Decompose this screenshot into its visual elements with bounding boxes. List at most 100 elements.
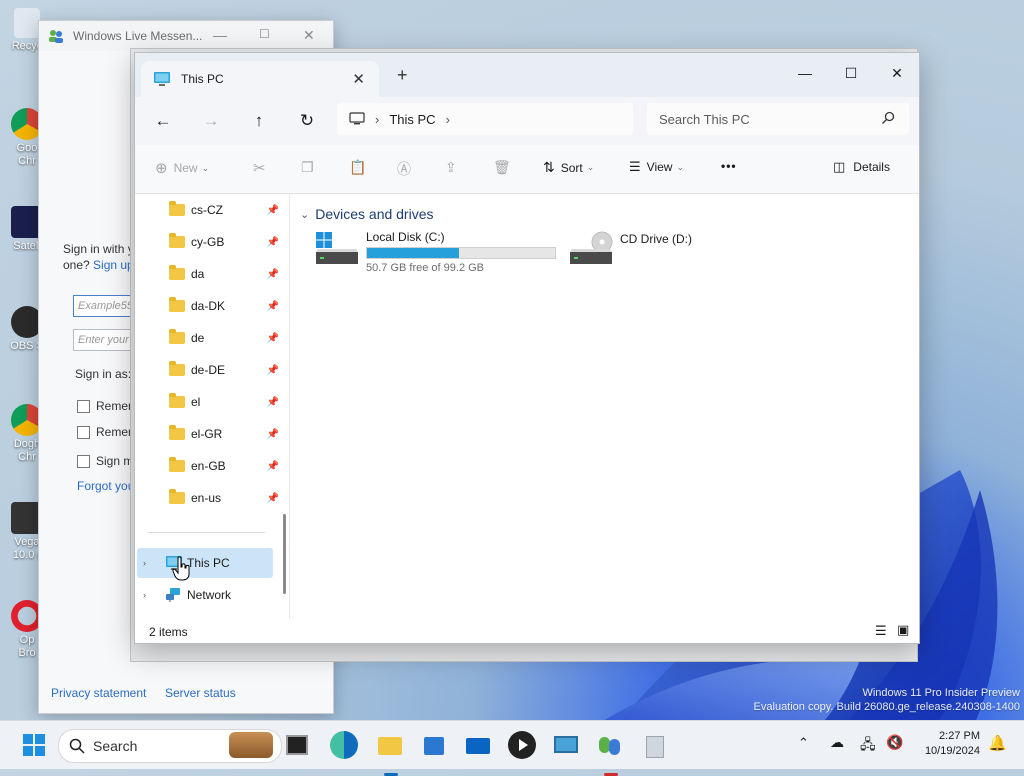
copy-icon[interactable]: ❐ <box>301 159 314 176</box>
recycle-bin-taskbar-icon[interactable] <box>640 731 668 759</box>
network-icon <box>166 588 180 602</box>
devices-drives-header[interactable]: ⌄ Devices and drives <box>300 206 434 222</box>
tab-bar[interactable]: This PC ✕ + — ☐ ✕ <box>135 53 919 97</box>
folder-icon <box>169 329 185 344</box>
privacy-statement-link[interactable]: Privacy statement <box>51 686 146 700</box>
sign-me-in-checkbox[interactable]: Sign m <box>77 454 133 468</box>
navigation-pane: cs-CZ 📌 cy-GB 📌 da 📌 da-DK 📌 de 📌 de-DE 📌 el 📌 … <box>135 194 290 619</box>
nav-scrollbar[interactable] <box>283 514 286 594</box>
nav-folder-en-us[interactable]: en-us 📌 <box>143 486 283 510</box>
server-status-link[interactable]: Server status <box>165 686 236 700</box>
paste-icon[interactable]: 📋 <box>349 159 366 176</box>
large-icons-view-icon[interactable]: ▣ <box>897 622 909 638</box>
nav-folder-en-GB[interactable]: en-GB 📌 <box>143 454 283 478</box>
more-options-button[interactable]: ••• <box>721 159 737 173</box>
taskbar-clock[interactable]: 2:27 PM 10/19/2024 <box>925 729 980 759</box>
taskbar-search-box[interactable]: Search <box>58 729 282 763</box>
edge-browser-icon[interactable] <box>330 731 358 759</box>
sort-button[interactable]: ⇅ Sort ⌄ <box>543 159 594 176</box>
remote-desktop-icon[interactable] <box>552 731 580 759</box>
cd-drive-icon <box>570 231 613 264</box>
nav-folder-el[interactable]: el 📌 <box>143 390 283 414</box>
nav-folder-da-DK[interactable]: da-DK 📌 <box>143 294 283 318</box>
expand-chevron-icon[interactable]: › <box>143 590 155 600</box>
network-status-icon[interactable]: 🖧 <box>860 734 876 758</box>
pin-icon: 📌 <box>266 428 279 440</box>
delete-icon[interactable]: 🗑 <box>493 159 511 176</box>
pin-icon: 📌 <box>266 492 279 504</box>
sign-up-link[interactable]: Sign up <box>93 258 134 272</box>
sort-icon: ⇅ <box>543 159 555 175</box>
messenger-taskbar-icon[interactable] <box>596 731 624 776</box>
volume-muted-icon[interactable]: 🔇 <box>886 734 903 751</box>
details-view-icon[interactable]: ☰ <box>875 623 887 639</box>
sign-in-as-label: Sign in as: <box>75 367 132 381</box>
tab-this-pc[interactable]: This PC ✕ <box>141 61 379 97</box>
notification-bell-icon[interactable]: 🔔 <box>988 734 1007 752</box>
search-placeholder: Search This PC <box>659 111 750 127</box>
start-button-windows-icon[interactable] <box>20 731 48 759</box>
file-explorer-taskbar-icon[interactable] <box>376 731 404 776</box>
windows-drive-icon <box>316 232 358 264</box>
file-explorer-window[interactable]: This PC ✕ + — ☐ ✕ ← → ↑ ↻ › This PC › Se… <box>134 52 920 644</box>
collapse-chevron-icon: ⌄ <box>300 208 310 221</box>
drive-cd-d[interactable]: CD Drive (D:) <box>568 230 692 266</box>
breadcrumb-chevron-icon[interactable]: › <box>375 112 379 127</box>
nav-folder-cy-GB[interactable]: cy-GB 📌 <box>143 230 283 254</box>
status-bar: 2 items ☰ ▣ <box>135 619 919 643</box>
nav-folder-cs-CZ[interactable]: cs-CZ 📌 <box>143 198 283 222</box>
cut-icon[interactable]: ✂ <box>253 159 266 177</box>
folder-icon <box>169 489 185 504</box>
nav-network[interactable]: › Network <box>137 583 277 607</box>
refresh-button[interactable]: ↻ <box>293 107 321 135</box>
nav-divider <box>147 532 265 533</box>
folder-icon <box>169 201 185 216</box>
back-button[interactable]: ← <box>149 107 177 135</box>
hand-cursor-icon <box>172 556 190 581</box>
breadcrumb-chevron-icon[interactable]: › <box>446 112 450 127</box>
media-player-icon[interactable] <box>508 731 536 759</box>
rename-icon[interactable]: Ⓐ <box>397 159 411 179</box>
new-tab-button[interactable]: + <box>397 65 408 86</box>
microsoft-store-icon[interactable] <box>420 731 448 759</box>
new-button[interactable]: ⊕ New ⌄ <box>155 159 209 177</box>
folder-icon <box>169 457 185 472</box>
nav-folder-da[interactable]: da 📌 <box>143 262 283 286</box>
nav-folder-el-GR[interactable]: el-GR 📌 <box>143 422 283 446</box>
messenger-close-button[interactable]: ✕ <box>303 27 315 44</box>
close-window-button[interactable]: ✕ <box>877 59 917 87</box>
computer-icon <box>349 112 365 125</box>
messenger-titlebar[interactable]: Windows Live Messen... <box>39 21 333 51</box>
remember-password-checkbox[interactable]: Remem <box>77 425 138 439</box>
messenger-title: Windows Live Messen... <box>73 29 203 43</box>
forgot-password-link[interactable]: Forgot you <box>77 479 134 493</box>
nav-folder-de-DE[interactable]: de-DE 📌 <box>143 358 283 382</box>
close-tab-button[interactable]: ✕ <box>352 70 365 88</box>
forward-button[interactable]: → <box>197 107 225 135</box>
breadcrumb-this-pc[interactable]: This PC <box>389 112 435 127</box>
address-bar[interactable]: › This PC › <box>337 103 633 135</box>
address-row: ← → ↑ ↻ › This PC › Search This PC <box>135 97 919 145</box>
maximize-button[interactable]: ☐ <box>831 59 871 87</box>
expand-chevron-icon[interactable]: › <box>143 558 155 568</box>
mail-icon[interactable] <box>464 731 492 759</box>
pin-icon: 📌 <box>266 300 279 312</box>
task-view-icon[interactable] <box>286 735 308 755</box>
remember-me-checkbox[interactable]: Remem <box>77 399 138 413</box>
evaluation-watermark: Windows 11 Pro Insider Preview Evaluatio… <box>753 687 1020 713</box>
search-box[interactable]: Search This PC <box>647 103 909 135</box>
nav-folder-de[interactable]: de 📌 <box>143 326 283 350</box>
nav-this-pc[interactable]: › This PC <box>137 551 277 575</box>
messenger-minimize-button[interactable]: — <box>213 27 227 43</box>
minimize-button[interactable]: — <box>785 59 825 87</box>
share-icon[interactable]: ⇪ <box>445 159 457 176</box>
show-hidden-icons-chevron[interactable]: ⌃ <box>798 735 809 751</box>
onedrive-icon[interactable]: ☁ <box>830 734 844 751</box>
messenger-maximize-button[interactable]: ☐ <box>259 27 270 41</box>
view-button[interactable]: ☰ View ⌄ <box>629 159 684 175</box>
details-pane-button[interactable]: ◫ Details <box>833 159 890 175</box>
up-button[interactable]: ↑ <box>245 107 273 135</box>
folder-icon <box>169 425 185 440</box>
drive-local-disk-c[interactable]: Local Disk (C:) 50.7 GB free of 99.2 GB <box>314 230 556 274</box>
search-highlight-image <box>229 732 273 758</box>
